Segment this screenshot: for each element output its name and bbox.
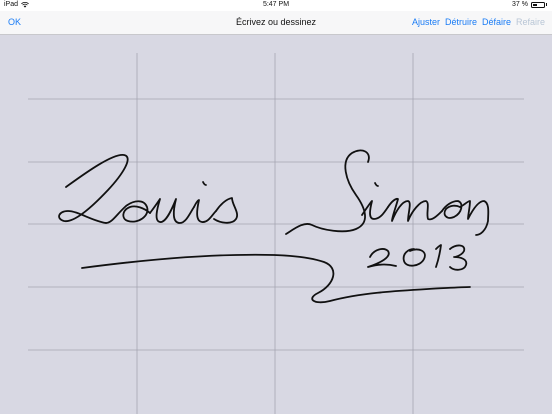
stroke-letter-l [58, 154, 129, 224]
redo-button: Refaire [515, 17, 545, 27]
handwritten-signature [58, 149, 490, 304]
nav-bar: OK Écrivez ou dessinez Ajuster Détruire … [0, 11, 552, 35]
stroke-digit-3 [449, 244, 468, 271]
stroke-letter-n [459, 200, 490, 236]
stroke-digit-1 [435, 244, 442, 268]
stroke-dot-i [202, 181, 207, 186]
stroke-letter-s [213, 197, 238, 224]
drawing-canvas[interactable] [0, 35, 552, 414]
battery-percent: 37 % [512, 1, 528, 8]
nav-actions: Ajuster Détruire Défaire Refaire [412, 17, 545, 27]
battery-icon [531, 1, 547, 8]
stroke-flourish [81, 253, 471, 304]
stroke-letter-o-2 [441, 200, 463, 219]
stroke-letter-i [193, 199, 217, 223]
adjust-button[interactable]: Ajuster [412, 17, 440, 27]
status-time: 5:47 PM [262, 1, 290, 8]
stroke-dot-i-2 [374, 182, 379, 187]
stroke-digit-0 [402, 248, 426, 267]
status-bar: iPad 5:47 PM 37 % [0, 0, 552, 11]
status-right: 37 % [512, 1, 547, 8]
stroke-letter-u [149, 198, 195, 224]
battery-tip [546, 3, 547, 6]
stroke-digit-2 [367, 248, 397, 268]
grid-lines [28, 53, 524, 414]
battery-fill [533, 3, 537, 6]
destroy-button[interactable]: Détruire [445, 17, 477, 27]
drawing-surface[interactable] [0, 35, 552, 414]
ok-button[interactable]: OK [8, 17, 21, 27]
stroke-letter-capital-s [285, 149, 370, 235]
undo-button[interactable]: Défaire [482, 17, 511, 27]
stroke-letter-o [105, 200, 151, 224]
battery-body [531, 1, 545, 8]
stroke-letter-m [387, 197, 443, 222]
